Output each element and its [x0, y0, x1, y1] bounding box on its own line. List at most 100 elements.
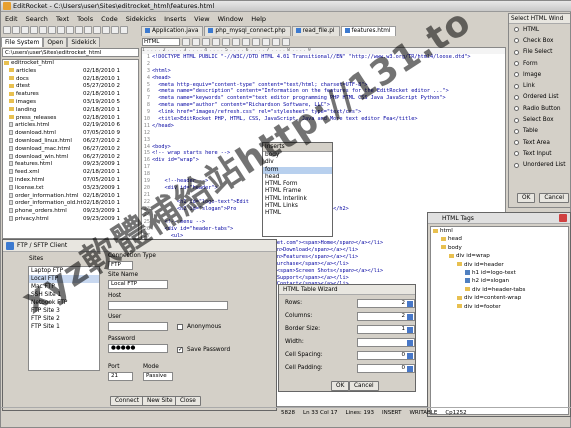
image-icon[interactable] [252, 38, 260, 46]
html-window-option[interactable]: Select Box [509, 114, 570, 125]
wizard-cancel-button[interactable]: Cancel [349, 381, 379, 391]
tag-tree-node[interactable]: h2 id=slogan [431, 277, 568, 285]
path-field[interactable]: C:\users\user\Sites\editrocket_html [2, 48, 139, 57]
new-site-button[interactable]: New Site [142, 396, 178, 406]
select-ok-button[interactable]: OK [517, 193, 536, 203]
cut-icon[interactable] [48, 26, 56, 34]
code-line[interactable]: 3 <html> [142, 68, 505, 75]
file-row[interactable]: images 03/19/2010 5 [3, 99, 138, 107]
file-row[interactable]: download_linux.html 06/27/2010 2 [3, 137, 138, 146]
menu-edit[interactable]: Edit [1, 14, 22, 24]
connect-button[interactable]: Connect [110, 396, 144, 406]
menu-search[interactable]: Search [22, 14, 52, 24]
insert-item[interactable]: HTML [263, 210, 332, 217]
insert-item[interactable]: HTML Frame [263, 188, 332, 195]
file-row[interactable]: index.html 07/05/2010 1 [3, 176, 138, 185]
doc-tab-application-java[interactable]: Application.java [141, 26, 204, 36]
file-row[interactable]: license.txt 03/23/2009 1 [3, 184, 138, 193]
insert-item[interactable]: form [263, 166, 332, 174]
doc-tab-features-html[interactable]: features.html [340, 26, 396, 36]
file-row[interactable]: download_mac.html 06/27/2010 2 [3, 145, 138, 154]
menu-inserts[interactable]: Inserts [160, 14, 190, 24]
insert-item[interactable]: div [263, 159, 332, 166]
spinner-icon[interactable] [407, 327, 413, 333]
undo-icon[interactable] [75, 26, 83, 34]
connection-type-select[interactable]: FTP [108, 261, 133, 270]
wizard-field-input[interactable]: 1 [357, 325, 415, 334]
html-window-option[interactable]: Ordered List [509, 92, 570, 103]
html-window-option[interactable]: File Select [509, 47, 570, 58]
save-password-checkbox[interactable]: ✓ [177, 346, 183, 353]
menu-code[interactable]: Code [97, 14, 122, 24]
spinner-icon[interactable] [407, 353, 413, 359]
select-cancel-button[interactable]: Cancel [539, 193, 570, 203]
code-line[interactable]: 6 <meta name="description" content="Info… [142, 88, 505, 95]
spinner-icon[interactable] [407, 366, 413, 372]
html-window-option[interactable]: Check Box [509, 35, 570, 46]
radio-button[interactable] [514, 140, 519, 146]
align-right-icon[interactable] [232, 38, 240, 46]
spinner-icon[interactable] [407, 301, 413, 307]
code-line[interactable]: 2 [142, 61, 505, 68]
redo-icon[interactable] [84, 26, 92, 34]
html-window-option[interactable]: Text Input [509, 148, 570, 159]
wizard-field-input[interactable]: 2 [357, 299, 415, 308]
radio-button[interactable] [514, 61, 519, 67]
radio-button[interactable] [514, 162, 519, 168]
doc-tab-php-mysql-connect[interactable]: php_mysql_connect.php [204, 26, 291, 36]
html-window-option[interactable]: Table [509, 126, 570, 137]
form-icon[interactable] [282, 38, 290, 46]
radio-button[interactable] [514, 49, 519, 55]
site-item[interactable]: Mac FTP [29, 283, 99, 291]
save-icon[interactable] [21, 26, 29, 34]
html-window-option[interactable]: Text Area [509, 137, 570, 148]
site-item[interactable]: FTP Site 3 [29, 307, 99, 315]
spinner-icon[interactable] [407, 314, 413, 320]
print-icon[interactable] [39, 26, 47, 34]
find-icon[interactable] [93, 26, 101, 34]
table-icon[interactable] [262, 38, 270, 46]
code-line[interactable]: 9 <link href="images/refresh.css" rel="s… [142, 109, 505, 116]
wizard-field-input[interactable] [357, 338, 415, 347]
close-button[interactable]: Close [175, 396, 201, 406]
ftp-icon[interactable] [111, 26, 119, 34]
align-center-icon[interactable] [222, 38, 230, 46]
file-row[interactable]: download_win.html 06/27/2010 2 [3, 153, 138, 162]
tab-file-system[interactable]: File System [1, 37, 44, 47]
file-row[interactable]: feed.xml 02/18/2010 1 [3, 169, 138, 177]
wizard-field-input[interactable]: 0 [357, 351, 415, 360]
code-line[interactable]: 11 </head> [142, 123, 505, 130]
port-field[interactable]: 21 [108, 372, 133, 381]
menu-help[interactable]: Help [247, 14, 270, 24]
doc-tab-read-file-pl[interactable]: read_file.pl [291, 26, 340, 36]
bold-icon[interactable] [182, 38, 190, 46]
radio-button[interactable] [514, 106, 519, 112]
site-item[interactable]: Laptop FTP [29, 267, 99, 275]
underline-icon[interactable] [202, 38, 210, 46]
tab-sidekick[interactable]: Sidekick [67, 37, 101, 47]
file-row[interactable]: privacy.html 09/23/2009 1 [3, 215, 138, 224]
wizard-field-input[interactable]: 0 [357, 364, 415, 373]
file-row[interactable]: download.html 07/05/2010 9 [3, 130, 138, 138]
tag-tree-node[interactable]: div id=wrap [431, 252, 568, 260]
tag-tree-node[interactable]: html [431, 227, 568, 235]
radio-button[interactable] [514, 27, 519, 33]
align-left-icon[interactable] [212, 38, 220, 46]
site-item[interactable]: FTP Site 1 [29, 323, 99, 331]
paste-icon[interactable] [66, 26, 74, 34]
insert-item[interactable]: head [263, 174, 332, 181]
mode-select[interactable]: Passive [143, 372, 173, 381]
menu-text[interactable]: Text [52, 14, 73, 24]
radio-button[interactable] [514, 83, 519, 89]
save-all-icon[interactable] [30, 26, 38, 34]
list-icon[interactable] [272, 38, 280, 46]
replace-icon[interactable] [102, 26, 110, 34]
file-row[interactable]: order_information.html 02/18/2010 1 [3, 192, 138, 201]
html-window-option[interactable]: HTML [509, 24, 570, 35]
menu-window[interactable]: Window [214, 14, 248, 24]
language-select[interactable]: HTML [142, 37, 180, 46]
radio-button[interactable] [514, 38, 519, 44]
spinner-icon[interactable] [407, 340, 413, 346]
wizard-ok-button[interactable]: OK [331, 381, 350, 391]
html-window-option[interactable]: Radio Button [509, 103, 570, 114]
